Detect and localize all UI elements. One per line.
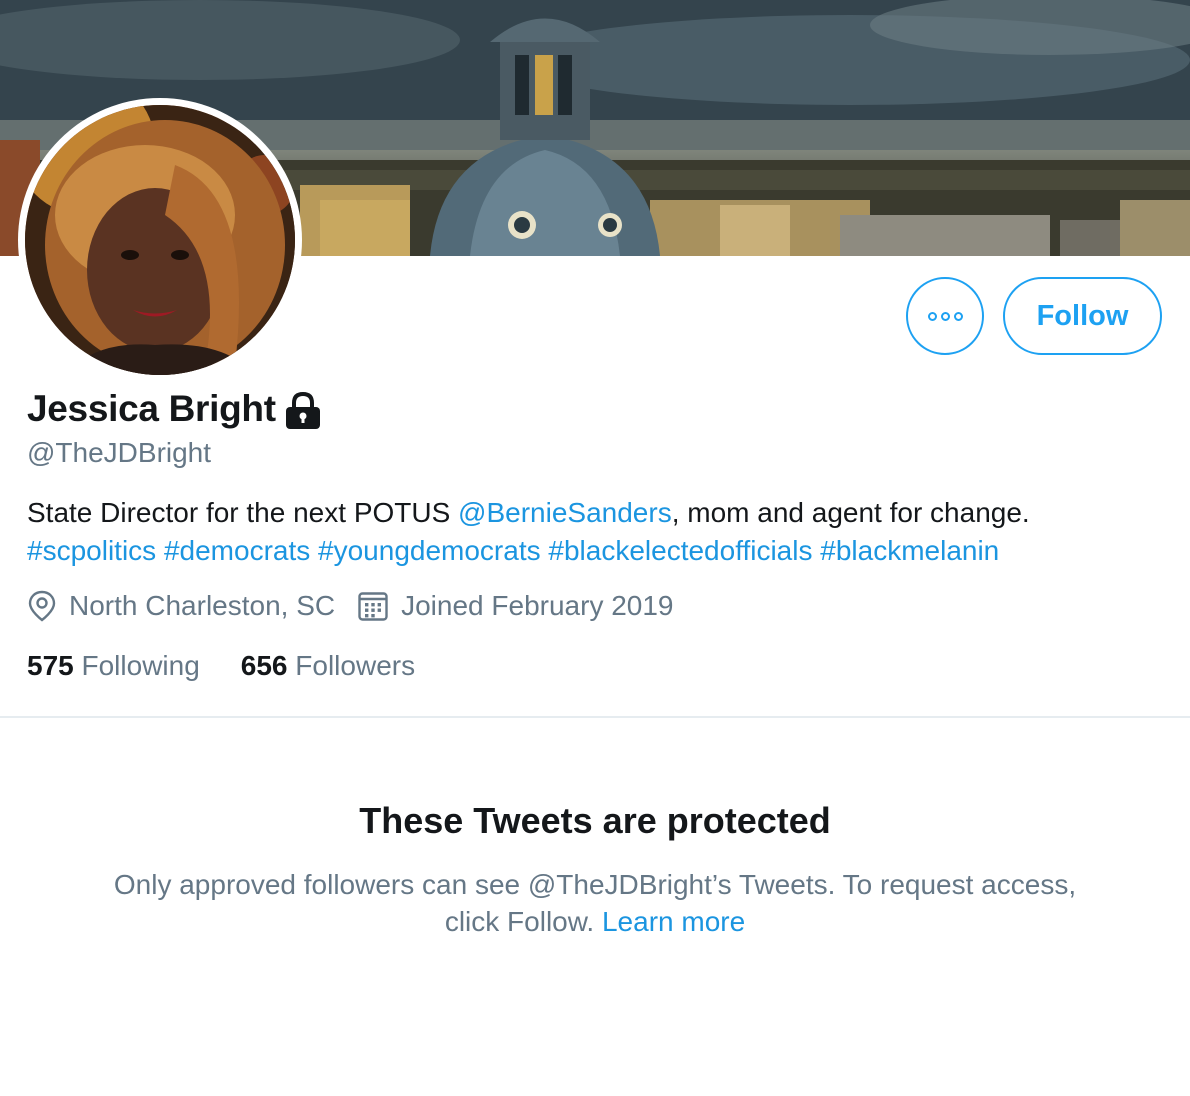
- protected-message-line: Only approved followers can see @TheJDBr…: [113, 869, 1077, 900]
- protected-message: Only approved followers can see @TheJDBr…: [0, 866, 1190, 940]
- location-text: North Charleston, SC: [69, 590, 336, 621]
- bio-text: , mom and agent for change.: [671, 497, 1030, 528]
- profile-meta: North Charleston, SC Joined February 201…: [27, 590, 674, 622]
- avatar-portrait-illustration: [25, 105, 295, 375]
- hashtag-link[interactable]: #youngdemocrats: [318, 535, 541, 566]
- profile-bio: State Director for the next POTUS @Berni…: [27, 494, 1157, 570]
- display-name: Jessica Bright: [27, 388, 276, 429]
- profile-avatar[interactable]: [18, 98, 302, 382]
- hashtag-link[interactable]: #blackelectedofficials: [548, 535, 812, 566]
- profile-handle: @TheJDBright: [27, 437, 212, 468]
- protected-message-line: click Follow.: [444, 906, 602, 937]
- profile-stats: 575 Following 656 Followers: [27, 650, 415, 682]
- hashtag-link[interactable]: #democrats: [164, 535, 310, 566]
- more-options-button[interactable]: [906, 277, 984, 355]
- followers-count: 656: [240, 650, 288, 681]
- bio-text: State Director for the next POTUS: [27, 497, 459, 528]
- profile-name-row: Jessica Bright: [27, 387, 324, 431]
- hashtag-link[interactable]: #blackmelanin: [820, 535, 999, 566]
- profile-joined-date: Joined February 2019: [357, 590, 674, 622]
- followers-label: Followers: [295, 650, 416, 681]
- section-divider: [0, 716, 1190, 718]
- joined-text: Joined February 2019: [401, 590, 674, 621]
- protected-title: These Tweets are protected: [359, 800, 831, 841]
- following-count: 575: [27, 650, 74, 681]
- following-label: Following: [81, 650, 200, 681]
- following-stat[interactable]: 575 Following: [27, 650, 200, 682]
- avatar-photo: [25, 105, 295, 375]
- learn-more-link[interactable]: Learn more: [602, 906, 745, 937]
- calendar-icon: [358, 592, 388, 621]
- profile-location: North Charleston, SC: [27, 590, 335, 622]
- lock-icon: [285, 391, 320, 429]
- more-horizontal-icon: [927, 311, 963, 321]
- location-pin-icon: [28, 590, 56, 622]
- bio-mention-link[interactable]: @BernieSanders: [458, 497, 672, 528]
- hashtag-link[interactable]: #scpolitics: [27, 535, 156, 566]
- followers-stat[interactable]: 656 Followers: [241, 650, 415, 682]
- profile-page: Follow Jessica Bright @TheJDBright State…: [0, 0, 1190, 1096]
- follow-button[interactable]: Follow: [1003, 277, 1162, 355]
